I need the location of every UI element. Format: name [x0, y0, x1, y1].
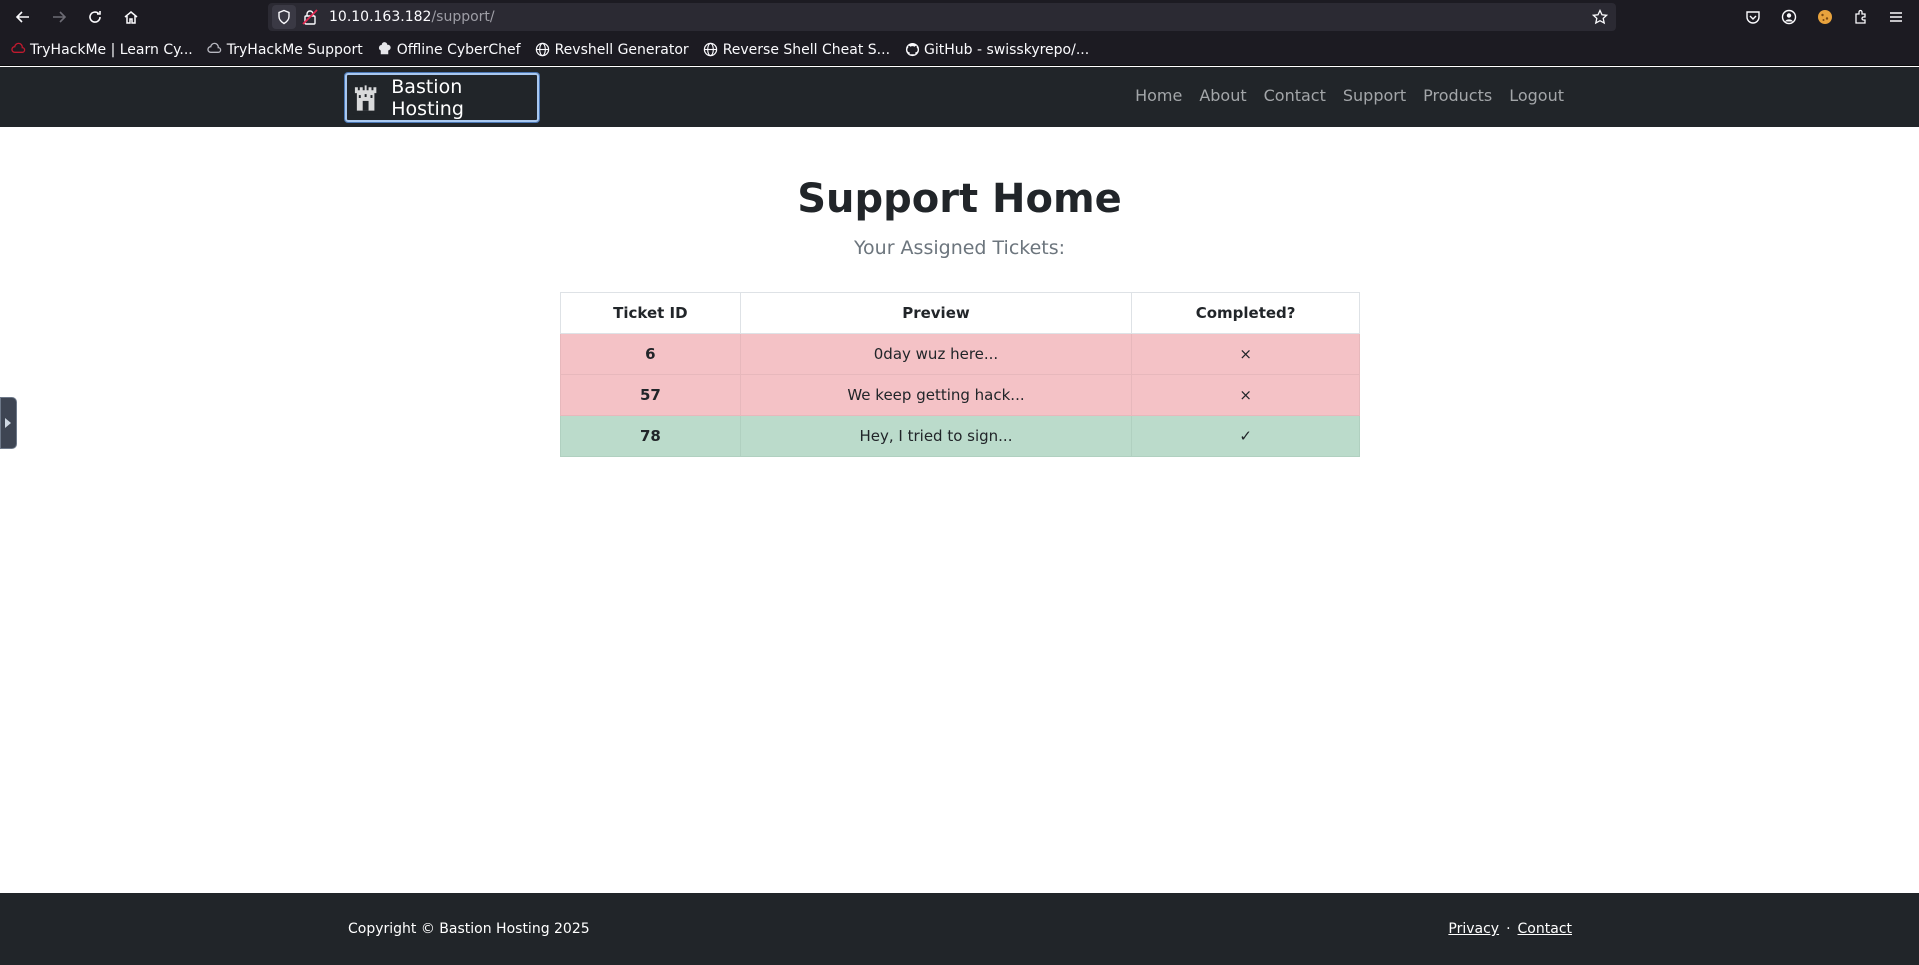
bookmark-cyberchef[interactable]: Offline CyberChef [377, 42, 521, 58]
account-icon[interactable] [1780, 8, 1798, 26]
tryhackme-icon [10, 42, 26, 58]
ticket-id: 57 [560, 374, 741, 416]
header-preview: Preview [739, 292, 1133, 334]
bookmark-label: Reverse Shell Cheat S... [722, 41, 891, 58]
bookmark-reverse-shell-cheat[interactable]: Reverse Shell Cheat S... [703, 42, 890, 58]
nav-support[interactable]: Support [1343, 86, 1406, 105]
arrow-left-icon [15, 11, 29, 23]
ticket-id: 6 [560, 333, 741, 375]
brand-link[interactable]: Bastion Hosting [345, 73, 539, 122]
table-row[interactable]: 78 Hey, I tried to sign... ✓ [560, 415, 1360, 457]
arrow-right-icon [53, 11, 67, 23]
pocket-icon[interactable] [1744, 8, 1762, 26]
chef-hat-icon [377, 42, 393, 58]
page-subtitle: Your Assigned Tickets: [853, 237, 1066, 259]
address-bar[interactable]: 10.10.163.182/support/ [268, 3, 1616, 31]
bookmark-revshell-generator[interactable]: Revshell Generator [535, 42, 689, 58]
ticket-preview[interactable]: We keep getting hack... [739, 374, 1133, 416]
bookmark-label: Offline CyberChef [396, 41, 521, 58]
bookmark-github[interactable]: GitHub - swisskyrepo/... [904, 42, 1089, 58]
browser-toolbar: 10.10.163.182/support/ [0, 0, 1919, 34]
table-row[interactable]: 6 0day wuz here... × [560, 333, 1360, 375]
nav-products[interactable]: Products [1423, 86, 1492, 105]
header-completed: Completed? [1131, 292, 1360, 334]
castle-logo-icon [352, 80, 380, 115]
tickets-table: Ticket ID Preview Completed? 6 0day wuz … [560, 292, 1360, 457]
bookmark-tryhackme[interactable]: TryHackMe | Learn Cy... [10, 42, 193, 58]
bookmark-label: TryHackMe Support [226, 41, 363, 58]
back-button[interactable] [9, 3, 37, 31]
ticket-preview[interactable]: Hey, I tried to sign... [739, 415, 1133, 457]
bookmarks-bar: TryHackMe | Learn Cy... TryHackMe Suppor… [0, 34, 1919, 66]
forward-button[interactable] [45, 3, 73, 31]
bookmark-label: Revshell Generator [554, 41, 689, 58]
home-icon [124, 11, 138, 24]
nav-links: Home About Contact Support Products Logo… [1118, 86, 1564, 105]
reload-button[interactable] [81, 3, 109, 31]
site-navbar: Bastion Hosting Home About Contact Suppo… [0, 67, 1919, 127]
github-icon [904, 42, 920, 58]
side-panel-toggle[interactable] [0, 397, 17, 449]
url-host: 10.10.163.182 [329, 9, 432, 25]
nav-logout[interactable]: Logout [1509, 86, 1564, 105]
nav-contact[interactable]: Contact [1264, 86, 1326, 105]
header-ticket-id: Ticket ID [560, 292, 741, 334]
page-title: Support Home [797, 176, 1122, 222]
footer-privacy-link[interactable]: Privacy [1448, 921, 1499, 937]
globe-icon [535, 42, 551, 58]
site-footer: Copyright © Bastion Hosting 2025 Privacy… [0, 893, 1919, 965]
bookmark-label: TryHackMe | Learn Cy... [30, 41, 193, 58]
shield-icon[interactable] [272, 5, 296, 29]
ticket-preview[interactable]: 0day wuz here... [739, 333, 1133, 375]
ticket-completed-status: ✓ [1131, 415, 1360, 457]
footer-separator: · [1506, 921, 1511, 937]
footer-copyright: Copyright © Bastion Hosting 2025 [348, 921, 590, 937]
chevron-right-icon [5, 418, 11, 428]
url-path: /support/ [431, 9, 495, 25]
extension-cookie-icon[interactable] [1816, 8, 1834, 26]
url-text[interactable]: 10.10.163.182/support/ [329, 9, 495, 25]
star-icon[interactable] [1592, 9, 1608, 25]
footer-contact-link[interactable]: Contact [1518, 921, 1572, 937]
bookmark-label: GitHub - swisskyrepo/... [924, 41, 1090, 58]
ticket-completed-status: × [1131, 374, 1360, 416]
insecure-lock-icon[interactable] [302, 9, 318, 25]
brand-name: Bastion Hosting [391, 75, 464, 120]
nav-about[interactable]: About [1199, 86, 1246, 105]
reload-icon [89, 11, 101, 23]
table-row[interactable]: 57 We keep getting hack... × [560, 374, 1360, 416]
menu-icon[interactable] [1887, 8, 1905, 26]
table-header-row: Ticket ID Preview Completed? [560, 292, 1360, 334]
globe-icon [703, 42, 719, 58]
bookmark-tryhackme-support[interactable]: TryHackMe Support [207, 42, 363, 58]
nav-home[interactable]: Home [1135, 86, 1182, 105]
extensions-icon[interactable] [1852, 8, 1870, 26]
ticket-id: 78 [560, 415, 741, 457]
ticket-completed-status: × [1131, 333, 1360, 375]
footer-links: Privacy · Contact [1448, 921, 1572, 937]
home-button[interactable] [117, 3, 145, 31]
cloud-icon [207, 42, 223, 58]
